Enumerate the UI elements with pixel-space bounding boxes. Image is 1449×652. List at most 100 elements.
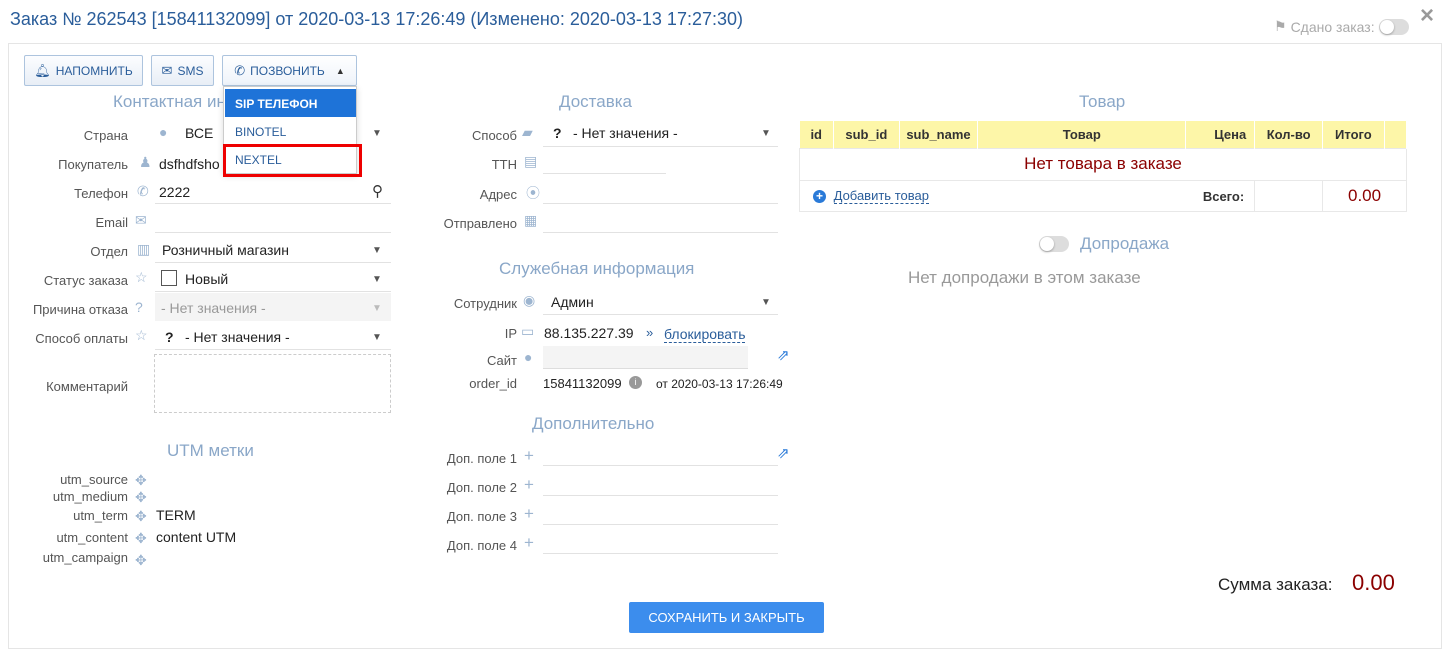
utm-content-move-icon[interactable]: ✥ bbox=[135, 530, 147, 547]
service-section-title: Служебная информация bbox=[499, 259, 695, 278]
address-label: Адрес bbox=[479, 187, 517, 202]
add-circle-icon[interactable]: + bbox=[813, 190, 826, 204]
extra-external-link-icon[interactable]: ⇗ bbox=[777, 444, 790, 462]
extra-field-4-label: Доп. поле 4 bbox=[446, 538, 517, 553]
employee-value[interactable]: Админ bbox=[551, 294, 594, 310]
modal-title: Заказ № 262543 [15841132099] от 2020-03-… bbox=[10, 9, 743, 29]
flag-icon: ⚑ bbox=[1274, 18, 1287, 34]
handed-toggle-group[interactable]: ⚑ Сдано заказ: bbox=[1274, 18, 1409, 35]
double-chevron-icon: » bbox=[646, 325, 654, 340]
goods-total-row: + Добавить товар Всего: 0.00 bbox=[798, 179, 1407, 212]
search-icon[interactable]: ⚲ bbox=[372, 182, 383, 200]
delivery-caret-icon[interactable]: ▼ bbox=[761, 128, 771, 139]
goods-total-label: Всего: bbox=[1202, 188, 1245, 204]
col-total[interactable]: Итого bbox=[1322, 121, 1385, 148]
menu-item-sip[interactable]: SIP ТЕЛЕФОН bbox=[225, 89, 356, 117]
upsell-empty-message: Нет допродажи в этом заказе bbox=[908, 268, 1141, 287]
close-icon[interactable]: × bbox=[1420, 2, 1434, 30]
col-qty[interactable]: Кол-во bbox=[1254, 121, 1324, 148]
utm-source-move-icon[interactable]: ✥ bbox=[135, 472, 147, 489]
buyer-input[interactable]: dsfhdfsho bbox=[159, 156, 222, 172]
nextel-highlight-box bbox=[223, 144, 362, 177]
plus-icon[interactable]: + bbox=[524, 504, 534, 524]
dept-caret-icon[interactable]: ▼ bbox=[372, 245, 382, 256]
payment-underline bbox=[155, 349, 391, 350]
extra-field-4-input[interactable] bbox=[543, 553, 778, 554]
user-circle-icon: ◉ bbox=[523, 292, 536, 308]
delivery-method-value[interactable]: - Нет значения - bbox=[573, 125, 678, 141]
email-label: Email bbox=[95, 215, 128, 230]
employee-caret-icon[interactable]: ▼ bbox=[761, 297, 771, 308]
question-circle-icon: ? bbox=[135, 299, 143, 315]
menu-item-binotel[interactable]: BINOTEL bbox=[225, 117, 356, 145]
dept-underline bbox=[155, 262, 391, 263]
utm-medium-move-icon[interactable]: ✥ bbox=[135, 489, 147, 506]
extra-field-1-input[interactable] bbox=[543, 465, 778, 466]
col-sub-id[interactable]: sub_id bbox=[833, 121, 900, 148]
col-spacer bbox=[1384, 121, 1408, 148]
plus-icon[interactable]: + bbox=[524, 533, 534, 553]
order-sum-label: Сумма заказа: bbox=[1218, 575, 1333, 594]
phone-underline bbox=[155, 203, 391, 204]
utm-medium-label: utm_medium bbox=[52, 489, 128, 504]
external-link-icon[interactable]: ⇗ bbox=[777, 346, 790, 364]
col-price[interactable]: Цена bbox=[1185, 121, 1256, 148]
utm-campaign-move-icon[interactable]: ✥ bbox=[135, 552, 147, 569]
add-product-link[interactable]: Добавить товар bbox=[833, 187, 929, 204]
map-pin-icon: ⦿ bbox=[526, 185, 540, 201]
handed-toggle[interactable] bbox=[1378, 18, 1409, 35]
payment-star-icon: ☆ bbox=[135, 327, 148, 343]
call-button[interactable]: ✆ ПОЗВОНИТЬ ▲ bbox=[222, 55, 357, 86]
status-underline bbox=[155, 291, 391, 292]
upsell-section-title: Допродажа bbox=[1080, 234, 1170, 253]
country-caret-icon[interactable]: ▼ bbox=[372, 128, 382, 139]
extra-field-2-input[interactable] bbox=[543, 495, 778, 496]
caret-up-icon: ▲ bbox=[335, 65, 345, 76]
order-id-value: 15841132099 bbox=[543, 376, 622, 391]
building-icon: ▥ bbox=[137, 241, 151, 257]
employee-label: Сотрудник bbox=[453, 296, 517, 311]
frame-right bbox=[1441, 43, 1442, 649]
plus-icon[interactable]: + bbox=[524, 475, 534, 495]
utm-section-title: UTM метки bbox=[167, 441, 254, 460]
phone-label: Телефон bbox=[74, 186, 128, 201]
col-id[interactable]: id bbox=[799, 121, 834, 148]
col-sub-name[interactable]: sub_name bbox=[899, 121, 979, 148]
payment-caret-icon[interactable]: ▼ bbox=[372, 332, 382, 343]
upsell-toggle[interactable] bbox=[1039, 236, 1069, 255]
goods-empty-message: Нет товара в заказе bbox=[799, 147, 1407, 181]
country-value[interactable]: ВСЕ bbox=[185, 125, 213, 141]
status-caret-icon[interactable]: ▼ bbox=[372, 274, 382, 285]
phone-input[interactable]: 2222 bbox=[159, 184, 190, 200]
utm-content-value: content UTM bbox=[156, 529, 237, 545]
block-ip-link[interactable]: блокировать bbox=[664, 326, 746, 343]
col-product[interactable]: Товар bbox=[977, 121, 1187, 148]
comment-textarea[interactable] bbox=[154, 354, 391, 413]
site-globe-icon: ● bbox=[524, 349, 533, 365]
status-value[interactable]: Новый bbox=[185, 271, 228, 287]
order-id-label: order_id bbox=[469, 376, 517, 391]
ttn-input[interactable] bbox=[543, 173, 666, 174]
email-input[interactable] bbox=[155, 232, 391, 233]
header-divider bbox=[8, 43, 1442, 44]
buyer-label: Покупатель bbox=[58, 157, 128, 172]
plus-icon[interactable]: + bbox=[524, 446, 534, 466]
remind-button[interactable]: 🔔︎ НАПОМНИТЬ bbox=[24, 55, 143, 86]
frame-left bbox=[8, 43, 9, 649]
address-input[interactable] bbox=[543, 203, 778, 204]
truck-icon: ▰ bbox=[522, 124, 533, 140]
utm-content-label: utm_content bbox=[56, 530, 128, 545]
goods-add-cell: + Добавить товар Всего: bbox=[798, 179, 1255, 212]
order-date-value: от 2020-03-13 17:26:49 bbox=[656, 377, 783, 391]
utm-term-move-icon[interactable]: ✥ bbox=[135, 508, 147, 525]
delivery-underline bbox=[543, 146, 778, 147]
bell-icon: 🔔︎ bbox=[34, 62, 51, 78]
dept-label: Отдел bbox=[90, 244, 128, 259]
sent-input[interactable] bbox=[543, 232, 778, 233]
payment-value[interactable]: - Нет значения - bbox=[185, 329, 290, 345]
extra-field-3-input[interactable] bbox=[543, 524, 778, 525]
info-icon[interactable]: i bbox=[629, 376, 642, 389]
save-and-close-button[interactable]: СОХРАНИТЬ И ЗАКРЫТЬ bbox=[629, 602, 824, 633]
dept-value[interactable]: Розничный магазин bbox=[162, 242, 289, 258]
sms-button[interactable]: ✉ SMS bbox=[151, 55, 214, 86]
